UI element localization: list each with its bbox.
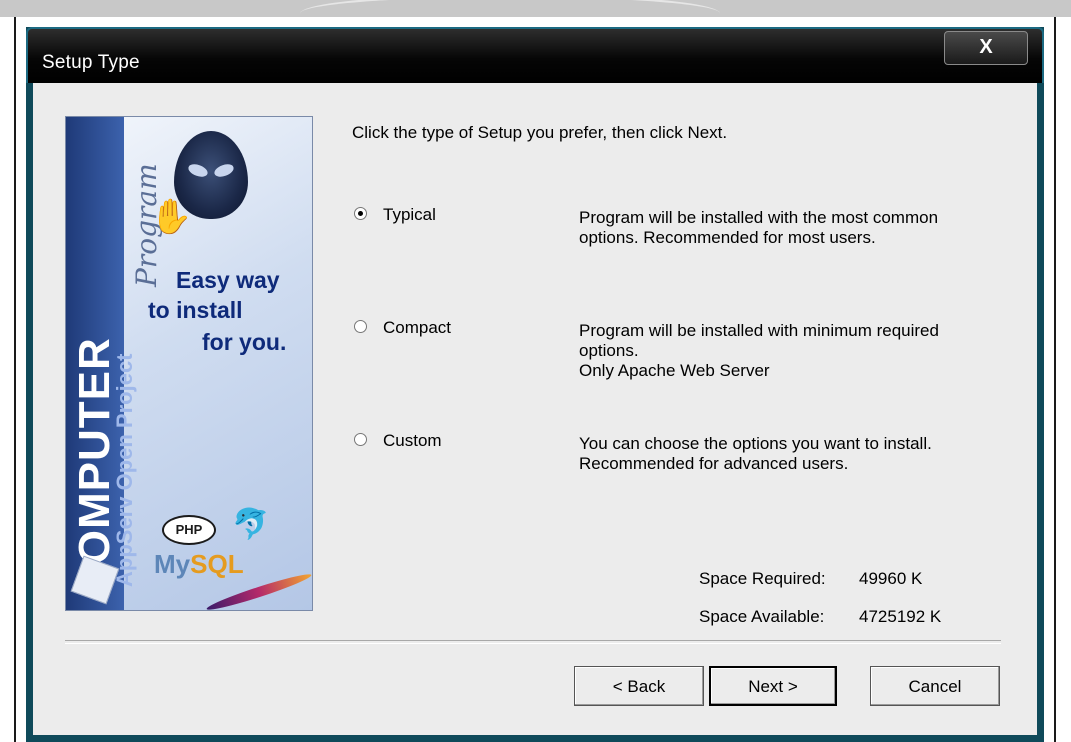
- document-frame-left: [14, 17, 16, 742]
- php-logo: PHP: [162, 515, 216, 545]
- mysql-logo-sql: SQL: [190, 549, 244, 579]
- option-custom-label[interactable]: Custom: [383, 431, 442, 451]
- space-required-value: 49960 K: [859, 569, 923, 588]
- close-button[interactable]: X: [944, 31, 1028, 65]
- cancel-button[interactable]: Cancel: [870, 666, 1000, 706]
- close-icon: X: [979, 36, 993, 58]
- option-typical-label[interactable]: Typical: [383, 205, 436, 225]
- title-bar[interactable]: Setup Type X: [26, 27, 1044, 83]
- background-strip: [0, 0, 1071, 17]
- back-button[interactable]: < Back: [574, 666, 704, 706]
- radio-compact[interactable]: [354, 320, 367, 333]
- option-compact-description-line1: Program will be installed with minimum r…: [579, 321, 939, 360]
- mysql-logo: MySQL: [154, 549, 244, 580]
- banner-tagline-1: Easy way: [176, 267, 280, 293]
- banner-tagline-2: to install: [148, 297, 243, 323]
- alien-eye-left: [186, 161, 210, 180]
- instruction-text: Click the type of Setup you prefer, then…: [352, 123, 728, 142]
- space-available-value: 4725192 K: [859, 607, 942, 626]
- option-compact-description: Program will be installed with minimum r…: [579, 321, 999, 381]
- option-compact-description-line2: Only Apache Web Server: [579, 361, 770, 380]
- option-custom-description: You can choose the options you want to i…: [579, 434, 932, 473]
- setup-type-dialog: Setup Type X COMPUTER AppServ Open Proje…: [26, 27, 1044, 742]
- window-title: Setup Type: [42, 52, 140, 73]
- dolphin-icon: 🐬: [232, 508, 270, 541]
- hand-icon: ✋: [150, 198, 193, 236]
- next-button[interactable]: Next >: [709, 666, 837, 706]
- document-frame-right: [1054, 17, 1056, 742]
- setup-banner-image: COMPUTER AppServ Open Project Program ✋ …: [65, 116, 313, 611]
- radio-typical[interactable]: [354, 207, 367, 220]
- option-compact-label[interactable]: Compact: [383, 318, 451, 338]
- button-divider: [65, 640, 1001, 644]
- alien-eye-right: [212, 161, 236, 180]
- banner-tagline-3: for you.: [202, 329, 287, 355]
- mysql-logo-my: My: [154, 549, 191, 579]
- dialog-client-area: COMPUTER AppServ Open Project Program ✋ …: [33, 83, 1037, 735]
- space-available-label: Space Available:: [699, 607, 825, 626]
- space-required-label: Space Required:: [699, 569, 826, 588]
- radio-custom[interactable]: [354, 433, 367, 446]
- banner-product-text: AppServ Open Project: [112, 353, 137, 587]
- option-typical-description: Program will be installed with the most …: [579, 208, 939, 247]
